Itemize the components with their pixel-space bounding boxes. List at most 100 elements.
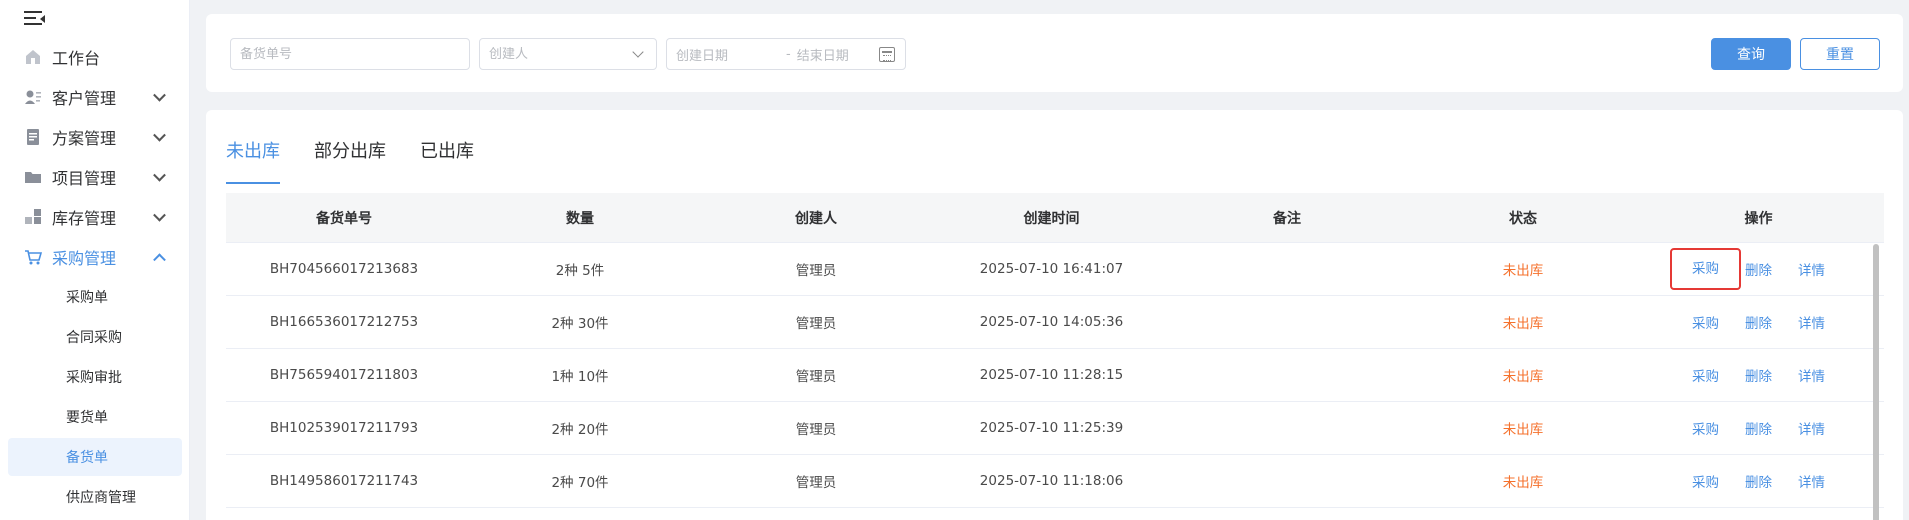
sidebar-subitem-contract-purchase[interactable]: 合同采购 — [8, 318, 182, 356]
date-range-picker[interactable]: 创建日期 - 结束日期 — [666, 38, 906, 70]
cell-order-no: BH166536017212753 — [269, 314, 419, 330]
purchase-button[interactable]: 采购 — [1692, 365, 1719, 385]
cell-quantity: 1种 10件 — [551, 369, 609, 385]
document-icon — [24, 128, 42, 146]
cell-quantity: 2种 30件 — [551, 316, 609, 332]
cell-quantity: 2种 5件 — [555, 263, 605, 279]
delete-button[interactable]: 删除 — [1745, 418, 1772, 438]
sidebar-item-purchasing[interactable]: 采购管理 — [8, 239, 182, 275]
start-date-placeholder[interactable]: 创建日期 — [676, 45, 780, 64]
chevron-up-icon — [153, 253, 166, 267]
cell-creator: 管理员 — [795, 475, 837, 491]
table-header: 备货单号 数量 创建人 创建时间 备注 状态 操作 — [226, 193, 1884, 243]
cell-status: 未出库 — [1502, 263, 1544, 279]
delete-button[interactable]: 删除 — [1745, 471, 1772, 491]
cell-order-no: BH756594017211803 — [269, 367, 419, 383]
cell-status: 未出库 — [1502, 369, 1544, 385]
sidebar-item-label: 项目管理 — [52, 169, 117, 188]
column-header-note: 备注 — [1273, 210, 1301, 227]
sidebar-item-label: 工作台 — [52, 49, 101, 68]
cell-creator: 管理员 — [795, 369, 837, 385]
cell-order-no: BH704566017213683 — [269, 261, 419, 277]
query-button[interactable]: 查询 — [1711, 38, 1791, 70]
purchase-button[interactable]: 采购 — [1670, 248, 1741, 290]
column-header-order-no: 备货单号 — [316, 210, 372, 227]
delete-button[interactable]: 删除 — [1745, 312, 1772, 332]
cell-actions: 采购 删除 详情 — [1641, 365, 1876, 385]
sidebar-subitem-purchase-approval[interactable]: 采购审批 — [8, 358, 182, 396]
table-row: BH102539017211793 2种 20件 管理员 2025-07-10 … — [226, 402, 1884, 455]
cell-status: 未出库 — [1502, 422, 1544, 438]
calendar-icon — [879, 47, 895, 62]
user-card-icon — [24, 88, 42, 106]
cell-created-time: 2025-07-10 16:41:07 — [979, 261, 1124, 277]
sidebar-item-inventory[interactable]: 库存管理 — [8, 199, 182, 235]
status-tabs: 未出库 部分出库 已出库 — [226, 130, 508, 184]
detail-button[interactable]: 详情 — [1798, 418, 1825, 438]
cell-creator: 管理员 — [795, 263, 837, 279]
cell-status: 未出库 — [1502, 316, 1544, 332]
purchase-button[interactable]: 采购 — [1692, 312, 1719, 332]
order-no-input[interactable] — [240, 46, 469, 62]
sidebar-item-label: 方案管理 — [52, 129, 117, 148]
table-row: BH149586017211743 2种 70件 管理员 2025-07-10 … — [226, 455, 1884, 508]
table-row: BH166536017212753 2种 30件 管理员 2025-07-10 … — [226, 296, 1884, 349]
sidebar-subitem-requisition[interactable]: 要货单 — [8, 398, 182, 436]
detail-button[interactable]: 详情 — [1798, 312, 1825, 332]
table-scrollbar[interactable] — [1873, 244, 1879, 520]
cell-order-no: BH149586017211743 — [269, 473, 419, 489]
stock-order-table: 备货单号 数量 创建人 创建时间 备注 状态 操作 BH704566017213… — [226, 193, 1884, 508]
sidebar-item-label: 客户管理 — [52, 89, 117, 108]
column-header-status: 状态 — [1509, 210, 1537, 227]
purchase-button[interactable]: 采购 — [1692, 418, 1719, 438]
content-panel: 未出库 部分出库 已出库 备货单号 数量 创建人 创建时间 备注 状态 操作 B… — [206, 110, 1903, 520]
cell-creator: 管理员 — [795, 316, 837, 332]
sidebar-item-label: 采购管理 — [52, 249, 117, 268]
sidebar-item-workbench[interactable]: 工作台 — [8, 39, 182, 75]
cell-creator: 管理员 — [795, 422, 837, 438]
tab-not-outbound[interactable]: 未出库 — [226, 130, 280, 184]
column-header-created-time: 创建时间 — [1023, 210, 1080, 227]
tab-partial-outbound[interactable]: 部分出库 — [314, 130, 386, 174]
cell-actions: 采购 删除 详情 — [1641, 471, 1876, 491]
sidebar-item-plans[interactable]: 方案管理 — [8, 119, 182, 155]
column-header-quantity: 数量 — [566, 210, 594, 227]
sidebar-subitem-stock-order[interactable]: 备货单 — [8, 438, 182, 476]
reset-button[interactable]: 重置 — [1800, 38, 1880, 70]
date-separator: - — [786, 46, 791, 62]
purchase-button[interactable]: 采购 — [1692, 471, 1719, 491]
creator-select[interactable] — [479, 38, 657, 70]
column-header-creator: 创建人 — [795, 210, 837, 227]
cell-created-time: 2025-07-10 11:18:06 — [979, 473, 1124, 489]
sidebar-subitem-suppliers[interactable]: 供应商管理 — [8, 478, 182, 516]
table-row: BH756594017211803 1种 10件 管理员 2025-07-10 … — [226, 349, 1884, 402]
delete-button[interactable]: 删除 — [1745, 365, 1772, 385]
sidebar-item-projects[interactable]: 项目管理 — [8, 159, 182, 195]
search-panel: 创建日期 - 结束日期 查询 重置 — [206, 14, 1903, 92]
cell-quantity: 2种 20件 — [551, 422, 609, 438]
table-row: BH704566017213683 2种 5件 管理员 2025-07-10 1… — [226, 243, 1884, 296]
cell-created-time: 2025-07-10 11:28:15 — [979, 367, 1124, 383]
cell-actions: 采购 删除 详情 — [1641, 312, 1876, 332]
detail-button[interactable]: 详情 — [1798, 365, 1825, 385]
detail-button[interactable]: 详情 — [1798, 471, 1825, 491]
cell-created-time: 2025-07-10 14:05:36 — [979, 314, 1124, 330]
sidebar-item-customers[interactable]: 客户管理 — [8, 79, 182, 115]
cell-quantity: 2种 70件 — [551, 475, 609, 491]
tab-outbound[interactable]: 已出库 — [420, 130, 474, 174]
menu-collapse-icon[interactable] — [24, 9, 46, 29]
chevron-down-icon — [153, 168, 166, 182]
folder-icon — [24, 168, 42, 186]
cart-icon — [24, 248, 43, 266]
chevron-down-icon — [153, 128, 166, 142]
end-date-placeholder[interactable]: 结束日期 — [797, 45, 849, 64]
order-no-field[interactable] — [230, 38, 470, 70]
sidebar-subitem-purchase-order[interactable]: 采购单 — [8, 278, 182, 316]
cell-order-no: BH102539017211793 — [269, 420, 419, 436]
creator-input[interactable] — [489, 46, 656, 62]
cell-actions: 采购 删除 详情 — [1641, 418, 1876, 438]
delete-button[interactable]: 删除 — [1745, 259, 1772, 279]
detail-button[interactable]: 详情 — [1798, 259, 1825, 279]
blocks-icon — [24, 208, 42, 226]
cell-created-time: 2025-07-10 11:25:39 — [979, 420, 1124, 436]
